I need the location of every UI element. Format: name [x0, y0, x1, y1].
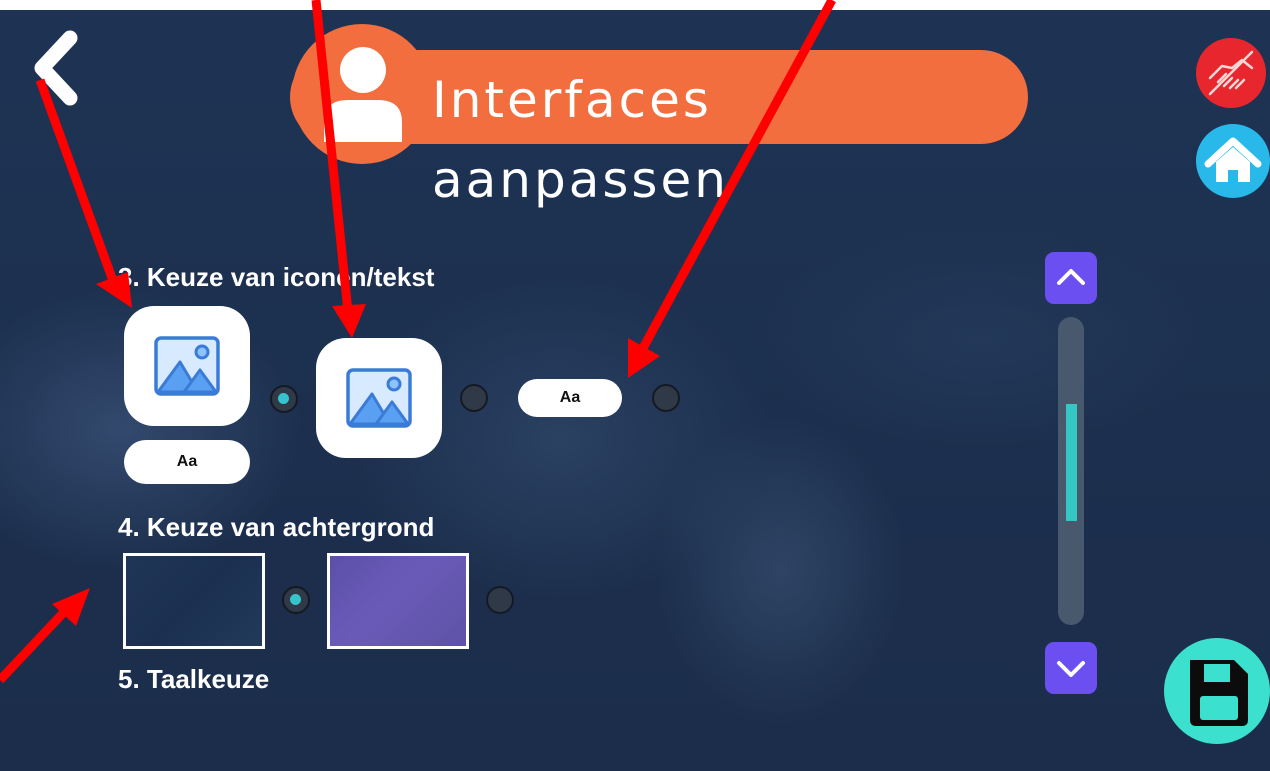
radio-selected-dot — [278, 393, 289, 404]
section-heading-background: 4. Keuze van achtergrond — [118, 512, 435, 542]
image-icon — [154, 336, 220, 396]
home-button[interactable] — [1196, 124, 1270, 198]
section-heading-language: 5. Taalkeuze — [118, 664, 270, 694]
scroll-down-button[interactable] — [1045, 642, 1097, 694]
chevron-down-icon — [1057, 661, 1085, 677]
save-button[interactable] — [1164, 638, 1270, 744]
scrollbar-thumb[interactable] — [1066, 404, 1077, 521]
radio-selected-dot — [290, 594, 301, 605]
option-icon-only[interactable] — [316, 338, 442, 458]
floppy-disk-icon — [1190, 660, 1248, 726]
radio-background-purple[interactable] — [486, 586, 514, 614]
radio-icon-only[interactable] — [460, 384, 488, 412]
radio-background-dark-blue[interactable] — [282, 586, 310, 614]
option-text-only[interactable]: Aa — [518, 379, 622, 417]
background-option-dark-blue[interactable] — [123, 553, 265, 649]
home-icon — [1204, 137, 1262, 182]
scroll-up-button[interactable] — [1045, 252, 1097, 304]
chevron-left-icon[interactable] — [28, 28, 84, 108]
radio-text-only[interactable] — [652, 384, 680, 412]
option-icon-with-text[interactable] — [124, 306, 250, 426]
section-heading-icons-text: 3. Keuze van iconen/tekst — [118, 262, 435, 292]
radio-icon-with-text[interactable] — [270, 385, 298, 413]
text-label-pill[interactable]: Aa — [124, 440, 250, 484]
image-icon — [346, 368, 412, 428]
help-button[interactable] — [1196, 38, 1266, 108]
chevron-up-icon — [1057, 269, 1085, 285]
page-title: Interfaces aanpassen — [432, 71, 729, 209]
background-option-purple[interactable] — [327, 553, 469, 649]
handshake-icon — [1208, 50, 1254, 96]
user-icon — [324, 47, 402, 142]
